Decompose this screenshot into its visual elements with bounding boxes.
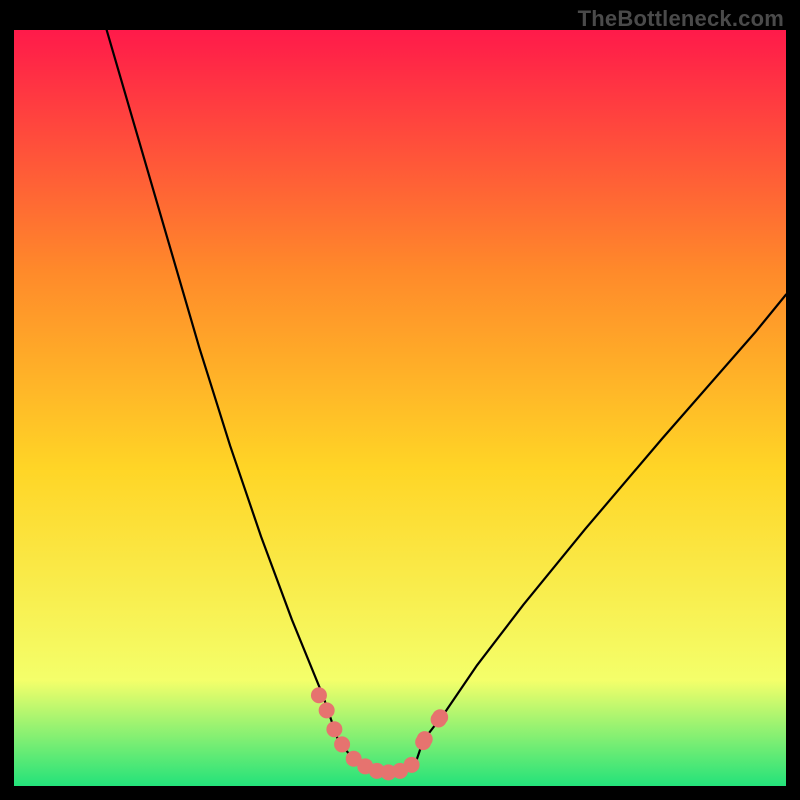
chart-frame: TheBottleneck.com (0, 0, 800, 800)
valley-marker (326, 721, 342, 737)
plot-area (14, 30, 786, 786)
watermark-text: TheBottleneck.com (578, 6, 784, 32)
valley-marker (319, 702, 335, 718)
valley-marker (432, 709, 448, 725)
valley-marker (334, 736, 350, 752)
valley-marker (311, 687, 327, 703)
gradient-background (14, 30, 786, 786)
valley-marker (417, 731, 433, 747)
chart-svg (14, 30, 786, 786)
valley-marker (404, 757, 420, 773)
